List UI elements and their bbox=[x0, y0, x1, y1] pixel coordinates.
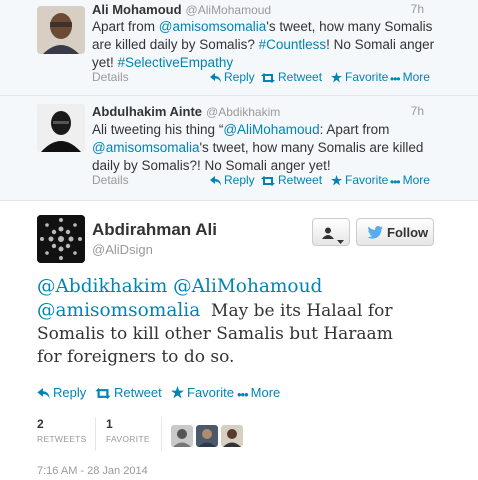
text-line-3: for foreigners to do so. bbox=[37, 347, 235, 367]
tweet-time[interactable]: 7h bbox=[411, 2, 424, 16]
stat-divider bbox=[161, 417, 162, 451]
retweet-button[interactable]: Retweet bbox=[261, 173, 322, 189]
text-line-1: May be its Halaal for bbox=[211, 301, 393, 321]
star-icon bbox=[331, 72, 342, 86]
more-button[interactable]: ••• More bbox=[390, 70, 430, 86]
retweet-icon bbox=[261, 175, 275, 189]
more-dots-icon: ••• bbox=[237, 387, 249, 402]
text-segment: Ali tweeting his thing “ bbox=[92, 122, 224, 137]
author-handle[interactable]: @AliDsign bbox=[92, 242, 153, 257]
author-name[interactable]: Ali Mohamoud bbox=[92, 2, 182, 17]
hashtag-link[interactable]: #Countless bbox=[259, 37, 327, 52]
favorites-stat[interactable]: 1 FAVORITE bbox=[106, 417, 150, 444]
more-label: More bbox=[402, 173, 430, 187]
person-icon bbox=[322, 226, 334, 244]
retweet-button[interactable]: Retweet bbox=[95, 385, 162, 402]
reply-button[interactable]: Reply bbox=[210, 70, 255, 86]
retweet-label: Retweet bbox=[278, 70, 323, 84]
more-button[interactable]: ••• More bbox=[390, 173, 430, 189]
tweet-1: Ali Mohamoud @AliMohamoud 7h Apart from @… bbox=[0, 0, 478, 96]
details-link[interactable]: Details bbox=[92, 70, 129, 84]
mention-link[interactable]: @amisomsomalia bbox=[159, 19, 266, 34]
avatar[interactable] bbox=[37, 6, 85, 54]
tweet-time[interactable]: 7h bbox=[411, 104, 424, 118]
tweet-actions: Details Reply Retweet Favorite ••• More bbox=[92, 70, 470, 88]
favorite-label: Favorite bbox=[187, 385, 234, 400]
favorite-button[interactable]: Favorite bbox=[331, 173, 388, 189]
retweets-label: RETWEETS bbox=[37, 434, 87, 444]
favorites-label: FAVORITE bbox=[106, 434, 150, 444]
reply-icon bbox=[210, 72, 221, 86]
favorites-count: 1 bbox=[106, 417, 113, 431]
main-tweet: Abdirahman Ali @AliDsign Follow @Abdikha… bbox=[0, 201, 478, 480]
mention-link[interactable]: @amisomsomalia bbox=[92, 140, 199, 155]
tweet-2: Abdulhakim Ainte @Abdikhakim 7h Ali tweet… bbox=[0, 96, 478, 201]
author-name[interactable]: Abdirahman Ali bbox=[92, 220, 217, 240]
mention-link[interactable]: @AliMohamoud bbox=[223, 122, 319, 137]
more-dots-icon: ••• bbox=[390, 72, 401, 86]
retweets-count: 2 bbox=[37, 417, 44, 431]
reply-icon bbox=[37, 387, 50, 402]
more-button[interactable]: ••• More bbox=[237, 385, 280, 402]
retweet-icon bbox=[261, 72, 275, 86]
retweet-icon bbox=[95, 387, 111, 402]
tweet-header: Abdulhakim Ainte @Abdikhakim 7h bbox=[92, 104, 470, 120]
more-dots-icon: ••• bbox=[390, 175, 401, 189]
star-icon bbox=[331, 175, 342, 189]
user-actions-button[interactable] bbox=[312, 218, 350, 246]
follow-button[interactable]: Follow bbox=[356, 218, 434, 246]
tweet-text: Ali tweeting his thing “@AliMohamoud: Ap… bbox=[92, 121, 442, 175]
avatar[interactable] bbox=[37, 104, 85, 152]
reply-button[interactable]: Reply bbox=[210, 173, 255, 189]
details-link[interactable]: Details bbox=[92, 173, 129, 187]
favoriter-avatar[interactable] bbox=[221, 425, 243, 447]
avatar[interactable] bbox=[37, 215, 85, 263]
retweeter-avatar[interactable] bbox=[171, 425, 193, 447]
favorite-label: Favorite bbox=[345, 173, 389, 187]
tweet-text: @Abdikhakim @AliMohamoud @amisomsomalia … bbox=[37, 275, 457, 369]
favorite-button[interactable]: Favorite bbox=[171, 385, 234, 402]
favorite-label: Favorite bbox=[345, 70, 389, 84]
retweets-stat[interactable]: 2 RETWEETS bbox=[37, 417, 87, 444]
author-handle[interactable]: @AliMohamoud bbox=[186, 3, 272, 17]
tweet-timestamp[interactable]: 7:16 AM - 28 Jan 2014 bbox=[37, 465, 148, 477]
caret-down-icon bbox=[337, 231, 344, 249]
reply-icon bbox=[210, 175, 221, 189]
text-line-2: Somalis to kill other Samalis but Haraam bbox=[37, 324, 393, 344]
author-name[interactable]: Abdulhakim Ainte bbox=[92, 104, 202, 119]
retweet-label: Retweet bbox=[114, 385, 162, 400]
retweeter-avatar[interactable] bbox=[196, 425, 218, 447]
retweet-label: Retweet bbox=[278, 173, 323, 187]
reply-button[interactable]: Reply bbox=[37, 385, 86, 402]
tweet-stats: 2 RETWEETS 1 FAVORITE bbox=[37, 417, 457, 457]
favorite-button[interactable]: Favorite bbox=[331, 70, 388, 86]
reply-label: Reply bbox=[224, 70, 255, 84]
more-label: More bbox=[402, 70, 430, 84]
author-handle[interactable]: @Abdikhakim bbox=[206, 105, 280, 119]
more-label: More bbox=[250, 385, 281, 400]
retweet-button[interactable]: Retweet bbox=[261, 70, 322, 86]
tweet-actions: Details Reply Retweet Favorite ••• More bbox=[92, 173, 470, 191]
star-icon bbox=[171, 386, 184, 402]
tweet-text: Apart from @amisomsomalia's tweet, how m… bbox=[92, 18, 442, 72]
twitter-bird-icon bbox=[367, 226, 383, 242]
reply-label: Reply bbox=[224, 173, 255, 187]
text-segment: Apart from bbox=[92, 19, 159, 34]
tweet-header: Ali Mohamoud @AliMohamoud 7h bbox=[92, 2, 470, 18]
hashtag-link[interactable]: #SelectiveEmpathy bbox=[118, 55, 234, 70]
reply-label: Reply bbox=[53, 385, 87, 400]
stat-divider bbox=[95, 417, 96, 451]
follow-label: Follow bbox=[387, 225, 429, 240]
text-segment: : Apart from bbox=[319, 122, 390, 137]
